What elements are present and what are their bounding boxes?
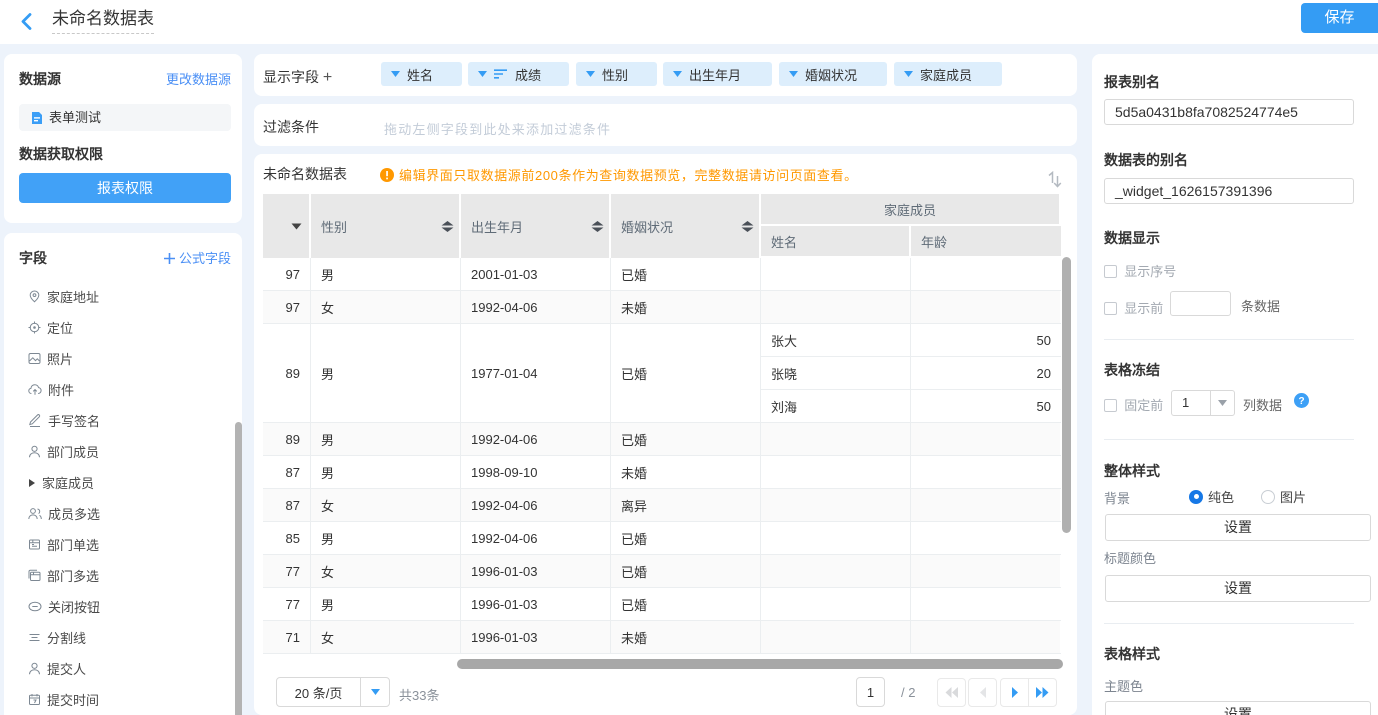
- svg-text:?: ?: [1298, 396, 1304, 407]
